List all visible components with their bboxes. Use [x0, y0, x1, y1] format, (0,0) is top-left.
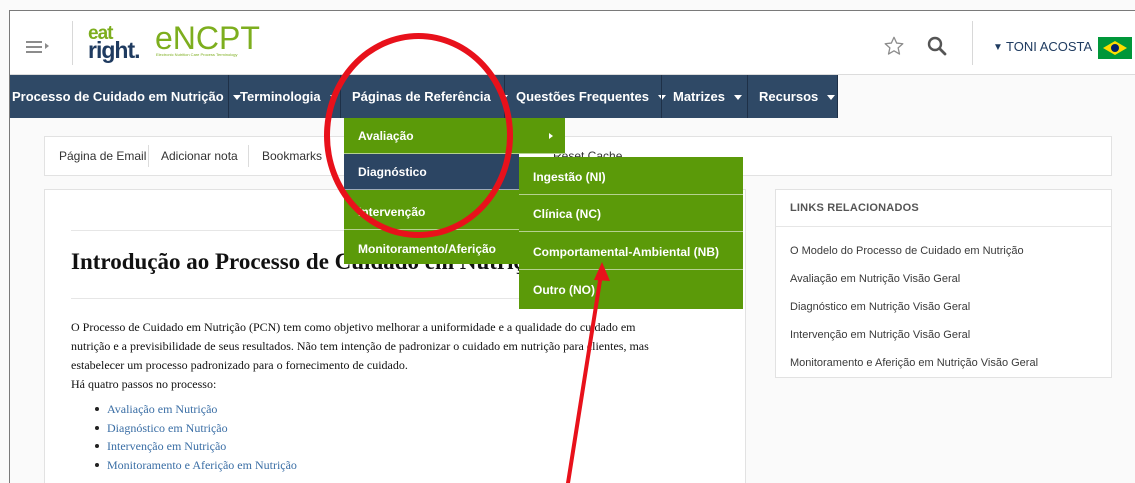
intro-line: nutrição e a previsibilidade de seus res… — [71, 339, 649, 353]
add-note-link[interactable]: Adicionar nota — [161, 137, 238, 175]
nav-item-questoes-frequentes[interactable]: Questões Frequentes — [508, 75, 666, 118]
toolbar-separator — [248, 145, 249, 167]
nav-item-matrizes[interactable]: Matrizes — [665, 75, 743, 118]
related-link[interactable]: Diagnóstico em Nutrição Visão Geral — [790, 293, 1038, 321]
logo-brand: eNCPT — [155, 20, 260, 56]
caret-down-icon — [734, 95, 743, 101]
related-link[interactable]: Intervenção em Nutrição Visão Geral — [790, 321, 1038, 349]
submenu: Ingestão (NI) Clínica (NC) Comportamenta… — [519, 157, 743, 309]
chevron-down-icon[interactable]: ▼ — [993, 42, 1003, 53]
submenu-item-outro[interactable]: Outro (NO) — [519, 272, 743, 308]
nav-separator — [228, 75, 229, 118]
nav-item-recursos[interactable]: Recursos — [751, 75, 836, 118]
submenu-item-clinica[interactable]: Clínica (NC) — [519, 196, 743, 232]
nav-item-terminologia[interactable]: Terminologia — [232, 75, 338, 118]
step-link-diagnostico[interactable]: Diagnóstico em Nutrição — [95, 419, 297, 438]
related-link[interactable]: Avaliação em Nutrição Visão Geral — [790, 265, 1038, 293]
header-divider — [72, 21, 73, 65]
toolbar-separator — [148, 145, 149, 167]
step-link-monitoramento[interactable]: Monitoramento e Aferição em Nutrição — [95, 456, 297, 475]
annotation-circle — [324, 33, 513, 238]
step-link-intervencao[interactable]: Intervenção em Nutrição — [95, 437, 297, 456]
intro-line: O Processo de Cuidado em Nutrição (PCN) … — [71, 320, 636, 334]
site-header: eat right. eNCPT Electronic Nutrition Ca… — [10, 11, 1135, 75]
logo-tagline: Electronic Nutrition Care Process Termin… — [156, 52, 238, 57]
related-links-panel: LINKS RELACIONADOS O Modelo do Processo … — [775, 189, 1112, 378]
related-link[interactable]: Monitoramento e Aferição em Nutrição Vis… — [790, 349, 1038, 377]
submenu-item-comportamental[interactable]: Comportamental-Ambiental (NB) — [519, 234, 743, 270]
header-divider — [972, 21, 973, 65]
email-page-link[interactable]: Página de Email — [59, 137, 146, 175]
caret-down-icon — [827, 95, 836, 101]
nav-separator — [747, 75, 748, 118]
logo-right: right. — [88, 37, 140, 63]
brazil-flag-icon[interactable] — [1098, 37, 1132, 59]
star-icon[interactable] — [883, 35, 905, 57]
steps-list: Avaliação em Nutrição Diagnóstico em Nut… — [95, 400, 297, 474]
browser-frame: eat right. eNCPT Electronic Nutrition Ca… — [0, 0, 1135, 483]
search-icon[interactable] — [927, 36, 947, 56]
intro-paragraph: O Processo de Cuidado em Nutrição (PCN) … — [71, 318, 721, 394]
user-menu[interactable]: TONI ACOSTA — [1006, 39, 1092, 54]
panel-divider — [776, 226, 1111, 227]
chevron-right-icon — [549, 133, 553, 139]
related-links-list: O Modelo do Processo de Cuidado em Nutri… — [790, 237, 1038, 377]
related-link[interactable]: O Modelo do Processo de Cuidado em Nutri… — [790, 237, 1038, 265]
hamburger-menu-icon[interactable] — [26, 41, 49, 53]
intro-line: Há quatro passos no processo: — [71, 377, 217, 391]
nav-separator — [837, 75, 838, 118]
bookmarks-dropdown[interactable]: Bookmarks — [262, 137, 322, 175]
nav-separator — [661, 75, 662, 118]
submenu-item-ingestao[interactable]: Ingestão (NI) — [519, 159, 743, 195]
step-link-avaliacao[interactable]: Avaliação em Nutrição — [95, 400, 297, 419]
related-links-title: LINKS RELACIONADOS — [790, 202, 919, 214]
nav-item-processo[interactable]: Processo de Cuidado em Nutrição — [4, 75, 241, 118]
intro-line: estabelecer um processo padronizado para… — [71, 358, 408, 372]
